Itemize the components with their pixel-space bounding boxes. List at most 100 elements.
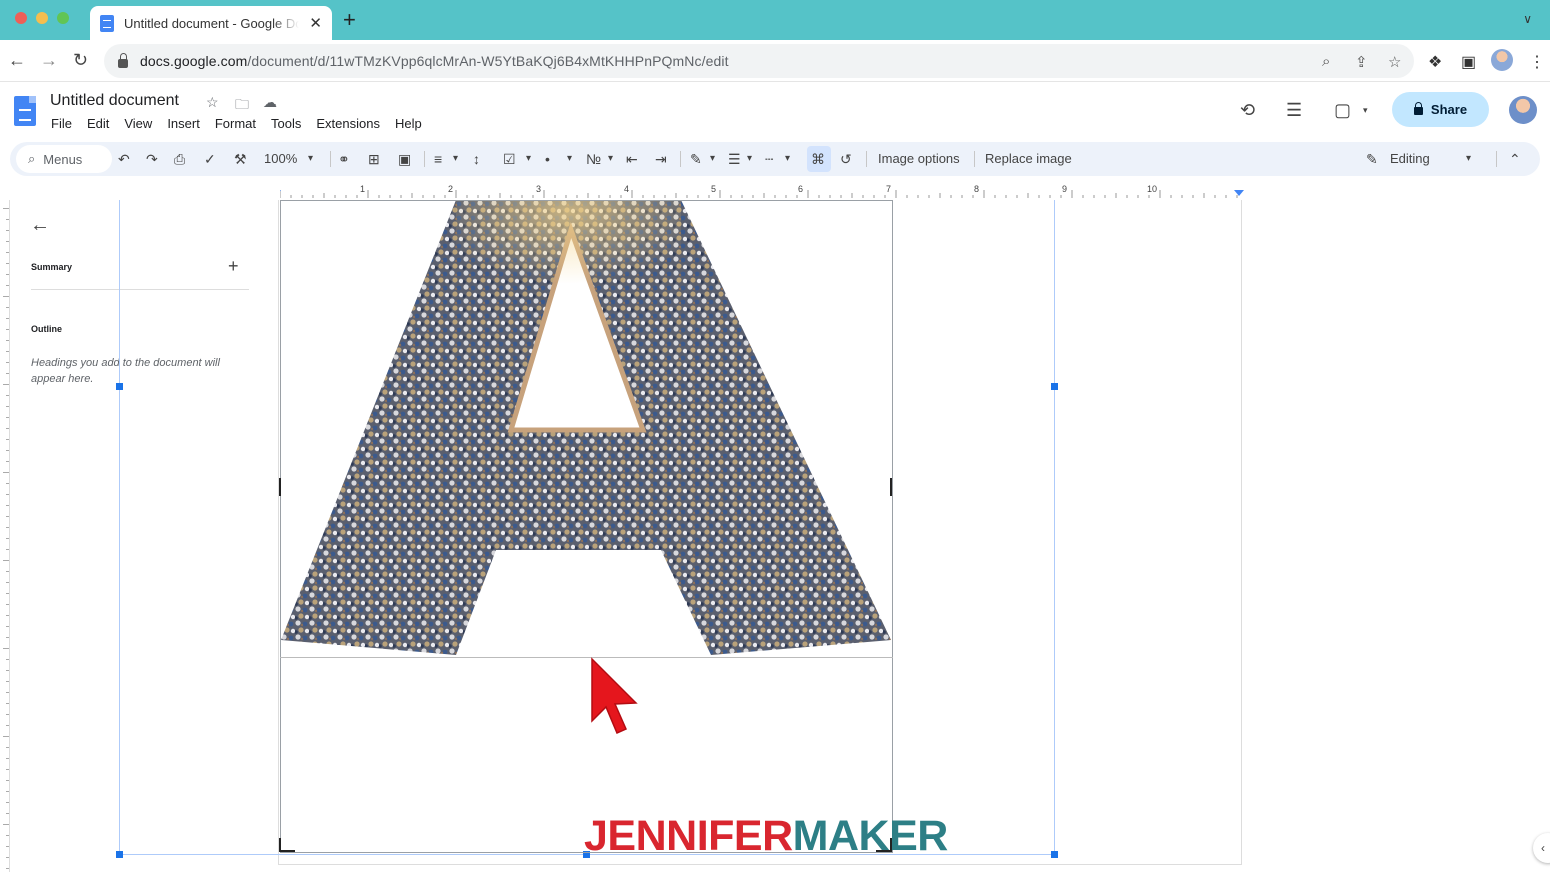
account-avatar[interactable] <box>1509 96 1537 124</box>
zoom-dropdown-icon[interactable]: ▾ <box>308 150 313 168</box>
browser-tab[interactable]: Untitled document - Google Docs ✕ <box>90 6 332 40</box>
menu-file[interactable]: File <box>51 116 72 131</box>
meet-dropdown-icon[interactable]: ▾ <box>1363 105 1368 116</box>
docs-logo-icon[interactable] <box>14 96 36 126</box>
close-tab-icon[interactable]: ✕ <box>309 14 322 32</box>
add-comment-icon[interactable]: ⊞ <box>368 150 380 168</box>
back-arrow-icon[interactable]: ← <box>8 50 26 70</box>
close-window-button[interactable] <box>15 12 27 24</box>
line-spacing-icon[interactable]: ↕ <box>473 150 480 168</box>
tab-title: Untitled document - Google Docs <box>124 15 299 31</box>
extensions-puzzle-icon[interactable]: ❖ <box>1428 52 1442 72</box>
cloud-status-icon[interactable]: ☁ <box>263 94 277 111</box>
share-button[interactable]: Share <box>1392 92 1489 127</box>
menu-format[interactable]: Format <box>215 116 256 131</box>
tab-search-chevron-icon[interactable]: ∨ <box>1523 12 1532 26</box>
hide-menus-chevron-icon[interactable]: ⌃ <box>1509 150 1521 168</box>
border-dash-icon[interactable]: ┄ <box>765 150 773 168</box>
version-history-icon[interactable]: ⟲ <box>1240 100 1255 121</box>
vertical-ruler-tick <box>6 274 9 275</box>
menu-insert[interactable]: Insert <box>167 116 200 131</box>
star-icon[interactable]: ☆ <box>206 94 219 111</box>
checklist-dropdown-icon[interactable]: ▾ <box>526 150 531 168</box>
reload-icon[interactable]: ↻ <box>73 50 88 70</box>
numbered-list-dropdown-icon[interactable]: ▾ <box>608 150 613 168</box>
vertical-ruler-tick <box>6 494 9 495</box>
vertical-ruler-tick <box>6 285 9 286</box>
profile-avatar[interactable] <box>1491 49 1513 71</box>
vertical-ruler-tick <box>6 681 9 682</box>
minimize-window-button[interactable] <box>36 12 48 24</box>
share-page-icon[interactable]: ⇪ <box>1355 53 1368 71</box>
vertical-ruler-tick <box>6 725 9 726</box>
checklist-icon[interactable]: ☑ <box>503 150 516 168</box>
forward-arrow-icon[interactable]: → <box>40 50 58 70</box>
image-options-button[interactable]: Image options <box>878 151 960 166</box>
editing-mode-select[interactable]: Editing <box>1390 151 1430 166</box>
side-panel-toggle-icon[interactable]: ‹ <box>1533 833 1550 863</box>
editing-mode-dropdown-icon[interactable]: ▾ <box>1466 150 1471 168</box>
bookmark-star-icon[interactable]: ☆ <box>1388 53 1401 71</box>
insert-image-icon[interactable]: ▣ <box>398 150 411 168</box>
vertical-ruler-tick <box>6 439 9 440</box>
horizontal-ruler[interactable]: 1 2 3 4 5 6 7 8 9 10 <box>280 184 1245 200</box>
crop-handle-left[interactable] <box>279 478 281 496</box>
resize-handle[interactable] <box>1051 851 1058 858</box>
resize-handle[interactable] <box>1051 383 1058 390</box>
paint-format-icon[interactable]: ⚒ <box>234 150 247 168</box>
vertical-ruler[interactable] <box>0 200 10 872</box>
increase-indent-icon[interactable]: ⇥ <box>655 150 667 168</box>
close-outline-arrow-icon[interactable]: ← <box>30 214 50 237</box>
editing-pencil-icon[interactable]: ✎ <box>1366 150 1378 168</box>
replace-image-button[interactable]: Replace image <box>985 151 1072 166</box>
menu-view[interactable]: View <box>124 116 152 131</box>
right-indent-marker[interactable] <box>1234 190 1244 196</box>
border-weight-dropdown-icon[interactable]: ▾ <box>747 150 752 168</box>
comments-icon[interactable]: ☰ <box>1286 100 1302 121</box>
border-color-dropdown-icon[interactable]: ▾ <box>710 150 715 168</box>
resize-handle[interactable] <box>116 383 123 390</box>
zoom-select[interactable]: 100% <box>264 151 297 166</box>
link-icon[interactable]: ⚭ <box>338 150 350 168</box>
crop-boundary-box[interactable] <box>280 200 893 853</box>
bulleted-list-icon[interactable]: • <box>545 150 550 168</box>
address-bar[interactable]: docs.google.com/document/d/11wTMzKVpp6ql… <box>104 44 1414 78</box>
maximize-window-button[interactable] <box>57 12 69 24</box>
url-text[interactable]: docs.google.com/document/d/11wTMzKVpp6ql… <box>140 53 729 69</box>
bulleted-list-dropdown-icon[interactable]: ▾ <box>567 150 572 168</box>
browser-menu-icon[interactable]: ⋮ <box>1529 52 1545 72</box>
toolbar-divider <box>1496 151 1497 167</box>
move-folder-icon[interactable]: 🗀 <box>235 94 249 118</box>
crop-handle-right[interactable] <box>890 478 892 496</box>
border-color-icon[interactable]: ✎ <box>690 150 702 168</box>
menu-tools[interactable]: Tools <box>271 116 301 131</box>
toolbar-divider <box>680 151 681 167</box>
menu-edit[interactable]: Edit <box>87 116 109 131</box>
menu-help[interactable]: Help <box>395 116 422 131</box>
decrease-indent-icon[interactable]: ⇤ <box>626 150 638 168</box>
vertical-ruler-tick <box>6 483 9 484</box>
meet-camera-icon[interactable]: ▢ <box>1334 100 1351 121</box>
zoom-icon[interactable]: ⌕ <box>1322 53 1330 70</box>
search-menus-input[interactable]: ⌕ Menus <box>16 145 112 173</box>
border-weight-icon[interactable]: ☰ <box>728 150 741 168</box>
undo-icon[interactable]: ↶ <box>118 150 130 168</box>
vertical-ruler-tick <box>6 637 9 638</box>
numbered-list-icon[interactable]: № <box>586 150 601 168</box>
align-icon[interactable]: ≡ <box>434 150 442 168</box>
print-icon[interactable]: ⎙ <box>174 150 185 168</box>
document-title[interactable]: Untitled document <box>50 92 179 110</box>
crop-icon[interactable]: ⌘ <box>811 150 825 168</box>
border-dash-dropdown-icon[interactable]: ▾ <box>785 150 790 168</box>
ruler-number: 3 <box>536 184 542 194</box>
resize-handle[interactable] <box>116 851 123 858</box>
vertical-ruler-tick <box>6 395 9 396</box>
redo-icon[interactable]: ↷ <box>146 150 158 168</box>
menu-extensions[interactable]: Extensions <box>316 116 380 131</box>
crop-handle-bottom-left[interactable] <box>279 838 295 852</box>
reset-image-icon[interactable]: ↺ <box>840 150 852 168</box>
align-dropdown-icon[interactable]: ▾ <box>453 150 458 168</box>
side-panel-icon[interactable]: ▣ <box>1461 52 1476 72</box>
spellcheck-icon[interactable]: ✓ <box>204 150 216 168</box>
new-tab-button[interactable]: + <box>343 9 356 31</box>
